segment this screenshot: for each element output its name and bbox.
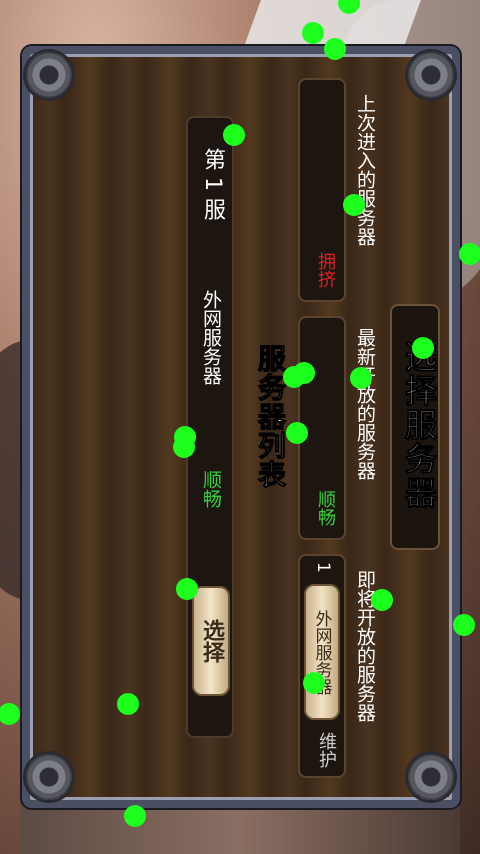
touch-marker [371,589,393,611]
touch-marker [124,805,146,827]
gear-icon [408,754,454,800]
gear-icon [408,52,454,98]
touch-marker [283,366,305,388]
touch-marker [176,578,198,600]
touch-marker [324,38,346,60]
touch-marker [223,124,245,146]
touch-marker [173,436,195,458]
last-server-status: 拥挤 [315,252,336,288]
touch-marker [302,22,324,44]
server-list-title: 服务器列表 [254,344,288,490]
upcoming-server-status: 维护 [316,732,337,768]
touch-marker [459,243,480,265]
server-name: 第 1 服 [200,148,225,220]
touch-marker [453,614,475,636]
gear-icon [26,754,72,800]
touch-marker [412,337,434,359]
touch-marker [303,672,325,694]
upcoming-server-number: 1 [313,562,333,573]
touch-marker [343,194,365,216]
newest-server-label: 最新开放的服务器 [354,328,376,480]
newest-server-status: 顺畅 [315,490,336,526]
select-server-button[interactable]: 选择 [192,586,230,696]
upcoming-server-button[interactable]: 外网服务器 [304,584,340,720]
touch-marker [350,367,372,389]
touch-marker [117,693,139,715]
select-button-label: 选择 [199,619,224,663]
gear-icon [26,52,72,98]
last-server-slot[interactable]: 拥挤 [298,78,346,302]
last-server-label: 上次进入的服务器 [354,94,376,246]
server-type: 外网服务器 [200,290,222,385]
server-status: 顺畅 [200,470,222,508]
dialog-title: 选择服务器 [400,340,439,511]
touch-marker [286,422,308,444]
